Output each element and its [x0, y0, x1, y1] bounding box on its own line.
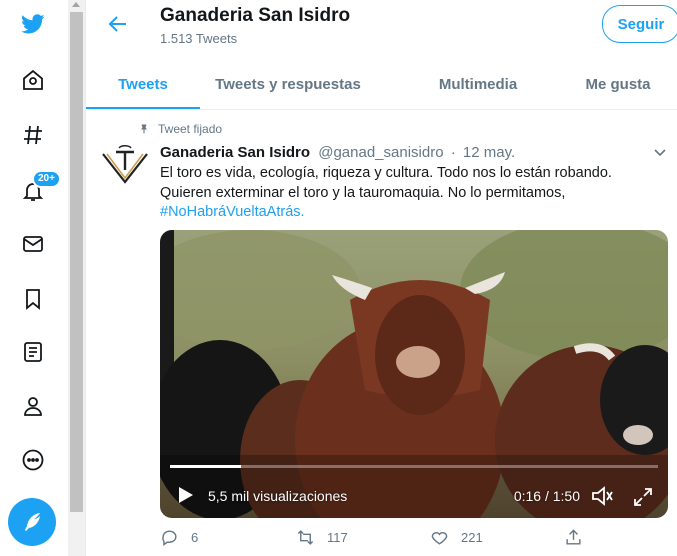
notifications-badge: 20+: [32, 170, 61, 188]
video-progress-bar[interactable]: [170, 465, 658, 468]
scroll-up-arrow-icon[interactable]: [72, 2, 80, 7]
reply-button[interactable]: 6: [160, 528, 198, 547]
pinned-label: Tweet fijado: [138, 122, 222, 136]
feather-icon: [25, 513, 40, 531]
more-icon[interactable]: [18, 445, 48, 475]
retweet-icon: [297, 530, 314, 545]
page-title: Ganaderia San Isidro: [160, 5, 351, 26]
tweet-text-line-2: Quieren exterminar el toro y la tauromaq…: [160, 184, 566, 201]
main-column: Ganaderia San Isidro 1.513 Tweets Seguir…: [86, 0, 677, 556]
reply-icon: [162, 530, 177, 547]
retweet-button[interactable]: 117: [296, 528, 348, 547]
home-icon[interactable]: [18, 65, 48, 95]
share-button[interactable]: [564, 528, 595, 547]
tab-media[interactable]: Multimedia: [396, 60, 560, 109]
avatar[interactable]: [100, 142, 150, 186]
bookmark-icon[interactable]: [18, 284, 48, 314]
video-progress-fill: [170, 465, 241, 468]
chevron-down-icon[interactable]: [652, 144, 668, 160]
tab-tweets-replies[interactable]: Tweets y respuestas: [200, 60, 376, 109]
pinned-text: Tweet fijado: [158, 122, 223, 136]
tweet-count: 1.513 Tweets: [160, 31, 238, 46]
tweet-text: El toro es vida, ecología, riqueza y cul…: [160, 164, 660, 223]
pin-icon: [141, 124, 147, 134]
active-tab-indicator: [86, 107, 200, 109]
mail-icon[interactable]: [18, 229, 48, 259]
play-icon[interactable]: [174, 484, 196, 506]
retweet-count: 117: [327, 530, 348, 545]
profile-icon[interactable]: [18, 391, 48, 421]
twitter-logo-icon[interactable]: [18, 9, 48, 39]
tweet-date[interactable]: 12 may.: [463, 144, 515, 161]
author-name[interactable]: Ganaderia San Isidro: [160, 144, 310, 161]
compose-tweet-button[interactable]: [8, 498, 56, 546]
meta-separator: ·: [450, 144, 456, 161]
video-frame: [160, 230, 668, 518]
tab-likes[interactable]: Me gusta: [576, 60, 660, 109]
tab-tweets[interactable]: Tweets: [86, 60, 200, 109]
heart-icon: [431, 532, 448, 545]
fullscreen-icon[interactable]: [632, 486, 654, 508]
video-player[interactable]: 5,5 mil visualizaciones 0:16 / 1:50: [160, 230, 668, 518]
bell-icon[interactable]: 20+: [18, 170, 61, 206]
list-icon[interactable]: [18, 337, 48, 367]
scroll-thumb[interactable]: [70, 12, 83, 512]
tweet-actions: 6 117 221: [160, 528, 660, 550]
share-icon: [566, 529, 581, 545]
tweet-text-line-1: El toro es vida, ecología, riqueza y cul…: [160, 165, 612, 181]
author-handle[interactable]: @ganad_sanisidro: [318, 144, 443, 161]
back-arrow-icon[interactable]: [106, 12, 130, 36]
video-time: 0:16 / 1:50: [513, 488, 580, 504]
reply-count: 6: [191, 530, 199, 545]
profile-header: Ganaderia San Isidro 1.513 Tweets Seguir: [86, 0, 677, 52]
volume-icon[interactable]: [590, 484, 616, 508]
video-views: 5,5 mil visualizaciones: [208, 488, 348, 504]
hashtag-icon[interactable]: [18, 120, 48, 150]
page-scrollbar[interactable]: [68, 0, 86, 556]
follow-button[interactable]: Seguir: [602, 5, 677, 43]
tweet-header: Ganaderia San Isidro @ganad_sanisidro · …: [160, 144, 515, 161]
sidebar: 20+: [0, 0, 68, 556]
profile-tabs: Tweets Tweets y respuestas Multimedia Me…: [86, 60, 677, 110]
like-button[interactable]: 221: [430, 528, 483, 547]
hashtag-link[interactable]: #NoHabráVueltaAtrás.: [160, 203, 660, 223]
like-count: 221: [461, 530, 483, 545]
